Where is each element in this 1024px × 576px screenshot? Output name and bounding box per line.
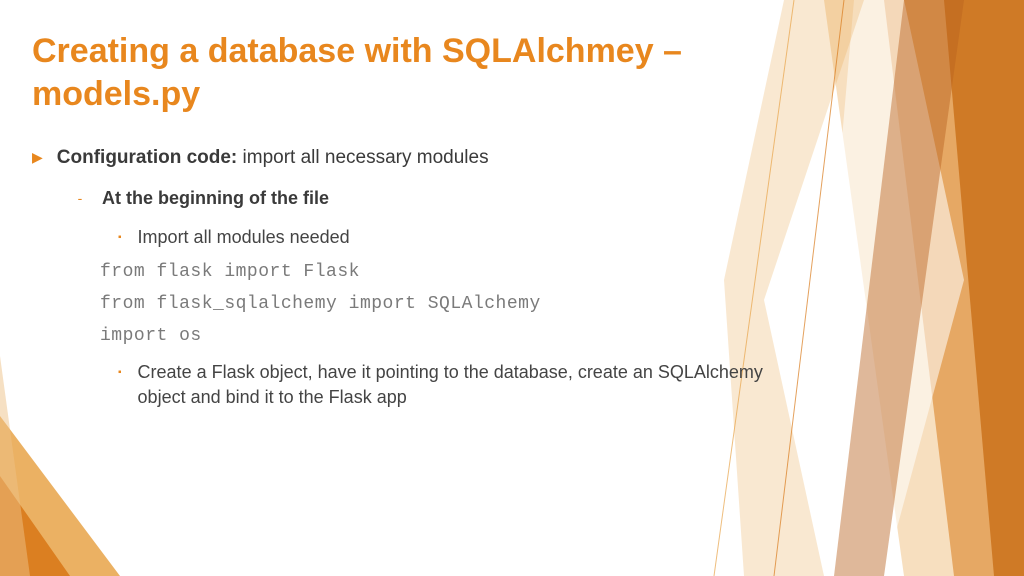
slide-content: Creating a database with SQLAlchmey – mo… — [0, 0, 1024, 410]
code-line: from flask import Flask — [0, 262, 1024, 282]
bullet-level2: - At the beginning of the file — [0, 186, 1024, 211]
code-line: from flask_sqlalchemy import SQLAlchemy — [0, 294, 1024, 314]
square-marker-icon: ▪ — [118, 366, 122, 380]
dash-marker-icon: - — [76, 189, 84, 209]
code-line: import os — [0, 326, 1024, 346]
bullet-level1: ▶ Configuration code: import all necessa… — [0, 145, 1024, 172]
bullet-level3: ▪ Import all modules needed — [0, 225, 780, 250]
bullet-text: At the beginning of the file — [102, 186, 329, 211]
bullet-text: Configuration code: import all necessary… — [57, 145, 489, 172]
bullet-text: Create a Flask object, have it pointing … — [138, 360, 780, 410]
square-marker-icon: ▪ — [118, 231, 122, 245]
bullet-marker-icon: ▶ — [32, 148, 43, 168]
bullet-text: Import all modules needed — [138, 225, 350, 250]
bullet-level3: ▪ Create a Flask object, have it pointin… — [0, 360, 780, 410]
slide-title: Creating a database with SQLAlchmey – mo… — [0, 30, 850, 139]
